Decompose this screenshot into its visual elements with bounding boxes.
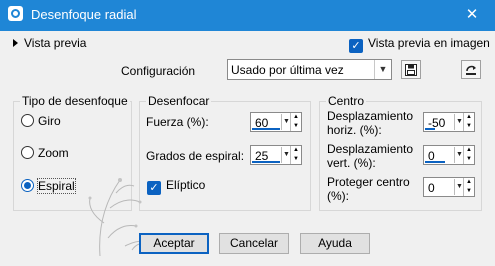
- config-select-value: Usado por última vez: [231, 63, 344, 77]
- elliptic-label: Elíptico: [166, 178, 206, 192]
- h-offset-input[interactable]: -50 ▼ ▲ ▼: [423, 112, 475, 132]
- elliptic-checkbox[interactable]: ✓ Elíptico: [147, 178, 205, 195]
- preview-toggle[interactable]: Vista previa: [13, 36, 86, 52]
- protect-center-stepper[interactable]: ▲ ▼: [463, 178, 474, 196]
- save-preset-button[interactable]: [401, 60, 421, 79]
- radio-circle-icon: [21, 146, 34, 159]
- h-offset-stepper[interactable]: ▲ ▼: [463, 113, 474, 131]
- save-icon: [405, 64, 417, 76]
- spiral-degrees-stepper[interactable]: ▲ ▼: [290, 146, 301, 164]
- protect-center-label-line2: (%):: [327, 189, 349, 203]
- v-offset-stepper[interactable]: ▲ ▼: [463, 146, 474, 164]
- preview-in-image-label: Vista previa en imagen: [368, 36, 490, 50]
- v-offset-input[interactable]: 0 ▼ ▲ ▼: [423, 145, 475, 165]
- blur-type-title: Tipo de desenfoque: [20, 94, 130, 108]
- radio-giro-label: Giro: [38, 114, 61, 128]
- reset-icon: [466, 65, 476, 75]
- v-offset-label: Desplazamiento vert. (%):: [327, 142, 413, 170]
- close-button[interactable]: ✕: [460, 6, 484, 24]
- spiral-degrees-input[interactable]: 25 ▼ ▲ ▼: [250, 145, 302, 165]
- spiral-degrees-level-bar: [252, 161, 280, 163]
- config-select[interactable]: Usado por última vez ▼: [227, 59, 392, 80]
- h-offset-level-bar: [425, 128, 435, 130]
- close-icon: ✕: [465, 6, 479, 23]
- title-bar: Desenfoque radial ✕: [0, 0, 495, 31]
- cancel-button[interactable]: Cancelar: [219, 233, 289, 254]
- reset-button[interactable]: [461, 60, 481, 79]
- protect-center-input[interactable]: 0 ▼ ▲ ▼: [423, 177, 475, 197]
- chevron-down-icon: ▼: [374, 60, 391, 79]
- preview-toggle-label: Vista previa: [24, 36, 87, 50]
- strength-stepper[interactable]: ▲ ▼: [290, 113, 301, 131]
- accept-button[interactable]: Aceptar: [139, 233, 209, 254]
- config-label: Configuración: [121, 64, 196, 78]
- window-title: Desenfoque radial: [31, 7, 137, 22]
- strength-input[interactable]: 60 ▼ ▲ ▼: [250, 112, 302, 132]
- radio-zoom-label: Zoom: [38, 146, 69, 160]
- radio-zoom[interactable]: Zoom: [21, 146, 69, 160]
- v-offset-label-line1: Desplazamiento: [327, 142, 414, 156]
- h-offset-label-line2: horiz. (%):: [327, 123, 382, 137]
- strength-label: Fuerza (%):: [146, 115, 209, 129]
- protect-center-label: Proteger centro (%):: [327, 175, 410, 203]
- protect-center-value: 0: [428, 181, 435, 195]
- spiral-degrees-label: Grados de espiral:: [146, 149, 245, 163]
- help-button[interactable]: Ayuda: [300, 233, 370, 254]
- radio-giro[interactable]: Giro: [21, 114, 61, 128]
- app-icon: [8, 6, 23, 21]
- radio-espiral[interactable]: Espiral: [21, 178, 76, 194]
- strength-level-bar: [252, 128, 280, 130]
- radio-selected-icon: [21, 179, 34, 192]
- radio-espiral-label: Espiral: [37, 178, 76, 194]
- expand-triangle-icon: [13, 39, 18, 47]
- checkmark-icon: ✓: [147, 181, 161, 195]
- h-offset-label-line1: Desplazamiento: [327, 109, 414, 123]
- checkmark-icon: ✓: [349, 39, 363, 53]
- v-offset-level-bar: [425, 161, 445, 163]
- radio-circle-icon: [21, 114, 34, 127]
- center-title: Centro: [326, 94, 367, 108]
- v-offset-label-line2: vert. (%):: [327, 156, 376, 170]
- preview-in-image-checkbox[interactable]: ✓ Vista previa en imagen: [349, 36, 490, 53]
- blur-title: Desenfocar: [146, 94, 212, 108]
- h-offset-label: Desplazamiento horiz. (%):: [327, 109, 413, 137]
- protect-center-label-line1: Proteger centro: [327, 175, 410, 189]
